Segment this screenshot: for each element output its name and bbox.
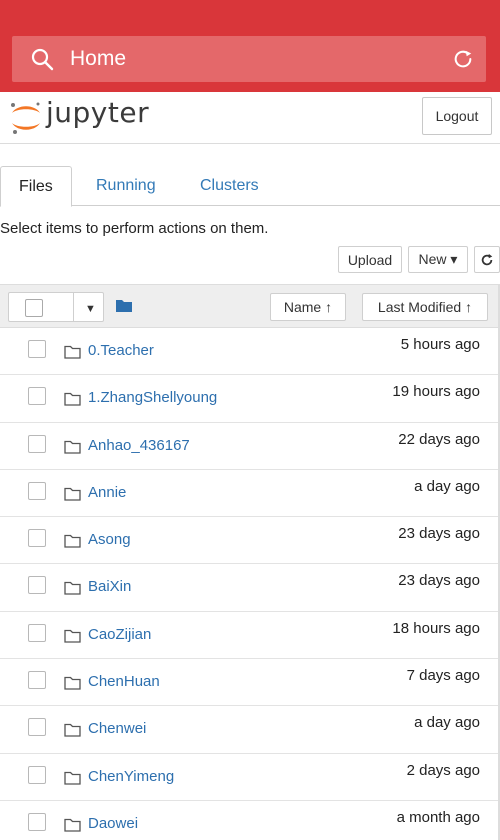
last-modified: a day ago xyxy=(414,477,480,495)
row-checkbox[interactable] xyxy=(28,340,46,358)
sort-by-last-modified-button[interactable]: Last Modified ↑ xyxy=(362,293,488,321)
list-item[interactable]: 1.ZhangShellyoung 19 hours ago xyxy=(0,375,500,423)
folder-icon xyxy=(64,676,81,690)
folder-icon xyxy=(64,393,81,406)
select-all-checkbox[interactable] xyxy=(25,299,43,317)
row-checkbox[interactable] xyxy=(28,718,46,737)
last-modified: 18 hours ago xyxy=(392,619,480,637)
list-item[interactable]: Annie a day ago xyxy=(0,470,500,518)
list-item[interactable]: Anhao_436167 22 days ago xyxy=(0,423,500,470)
list-item[interactable]: ChenHuan 7 days ago xyxy=(0,659,500,707)
folder-link[interactable]: Daowei xyxy=(88,815,138,832)
list-item[interactable]: Asong 23 days ago xyxy=(0,517,500,565)
row-checkbox[interactable] xyxy=(28,387,46,406)
jupyter-header: jupyter Logout xyxy=(0,92,500,144)
list-item[interactable]: 0.Teacher 5 hours ago xyxy=(0,328,500,376)
address-text: Home xyxy=(70,47,127,70)
divider xyxy=(73,293,74,321)
browser-toolbar: Home xyxy=(0,0,500,92)
last-modified: 22 days ago xyxy=(398,430,480,448)
folder-icon xyxy=(64,440,81,454)
folder-link[interactable]: Annie xyxy=(88,484,126,501)
reload-icon[interactable] xyxy=(452,48,474,70)
last-modified: a day ago xyxy=(414,714,480,732)
list-item[interactable]: ChenYimeng 2 days ago xyxy=(0,754,500,801)
tab-clusters[interactable]: Clusters xyxy=(200,166,259,206)
list-item[interactable]: BaiXin 23 days ago xyxy=(0,564,500,612)
folder-icon xyxy=(64,582,81,596)
folder-link[interactable]: ChenHuan xyxy=(88,673,160,690)
folder-icon[interactable] xyxy=(116,298,132,312)
folder-icon xyxy=(64,345,81,359)
address-bar[interactable]: Home xyxy=(12,36,486,82)
folder-link[interactable]: 0.Teacher xyxy=(88,342,154,359)
last-modified: 2 days ago xyxy=(406,761,480,779)
folder-icon xyxy=(64,771,81,785)
folder-link[interactable]: BaiXin xyxy=(88,578,131,595)
folder-link[interactable]: CaoZijian xyxy=(88,626,151,643)
row-checkbox[interactable] xyxy=(28,671,46,690)
logout-button[interactable]: Logout xyxy=(422,97,492,135)
file-list: 0.Teacher 5 hours ago 1.ZhangShellyoung … xyxy=(0,328,500,840)
row-checkbox[interactable] xyxy=(28,765,46,784)
tab-bar: Files Running Clusters xyxy=(0,166,500,207)
row-checkbox[interactable] xyxy=(28,812,46,831)
select-all-dropdown[interactable]: ▼ xyxy=(8,292,104,322)
new-button[interactable]: New ▾ xyxy=(408,246,468,273)
selection-helper-text: Select items to perform actions on them. xyxy=(0,220,269,237)
caret-down-icon[interactable]: ▼ xyxy=(85,303,96,315)
upload-button[interactable]: Upload xyxy=(338,246,402,273)
folder-icon xyxy=(64,818,81,832)
file-list-header: ▼ Name ↑ Last Modified ↑ xyxy=(0,284,500,328)
last-modified: a month ago xyxy=(396,808,480,826)
row-checkbox[interactable] xyxy=(28,529,46,548)
row-checkbox[interactable] xyxy=(28,623,46,642)
last-modified: 23 days ago xyxy=(398,572,480,590)
folder-icon xyxy=(64,724,81,738)
folder-link[interactable]: ChenYimeng xyxy=(88,768,174,785)
folder-link[interactable]: Asong xyxy=(88,531,131,548)
row-checkbox[interactable] xyxy=(28,434,46,453)
list-item[interactable]: CaoZijian 18 hours ago xyxy=(0,612,500,660)
search-icon xyxy=(31,48,54,71)
row-checkbox[interactable] xyxy=(28,481,46,500)
last-modified: 19 hours ago xyxy=(392,383,480,401)
folder-link[interactable]: Chenwei xyxy=(88,720,146,737)
last-modified: 7 days ago xyxy=(406,667,480,685)
folder-link[interactable]: Anhao_436167 xyxy=(88,437,190,454)
folder-link[interactable]: 1.ZhangShellyoung xyxy=(88,389,217,406)
refresh-button[interactable] xyxy=(474,246,500,273)
jupyter-logo-text[interactable]: jupyter xyxy=(46,96,149,129)
tab-running[interactable]: Running xyxy=(96,166,156,206)
list-item[interactable]: Daowei a month ago xyxy=(0,801,500,840)
list-item[interactable]: Chenwei a day ago xyxy=(0,706,500,754)
sort-by-name-button[interactable]: Name ↑ xyxy=(270,293,346,321)
row-checkbox[interactable] xyxy=(28,576,46,595)
folder-icon xyxy=(64,629,81,643)
folder-icon xyxy=(64,535,81,548)
folder-icon xyxy=(64,487,81,501)
last-modified: 5 hours ago xyxy=(400,336,480,353)
last-modified: 23 days ago xyxy=(398,525,480,543)
jupyter-logo-icon[interactable] xyxy=(8,100,44,136)
refresh-icon xyxy=(481,253,493,265)
tab-files[interactable]: Files xyxy=(0,166,72,207)
